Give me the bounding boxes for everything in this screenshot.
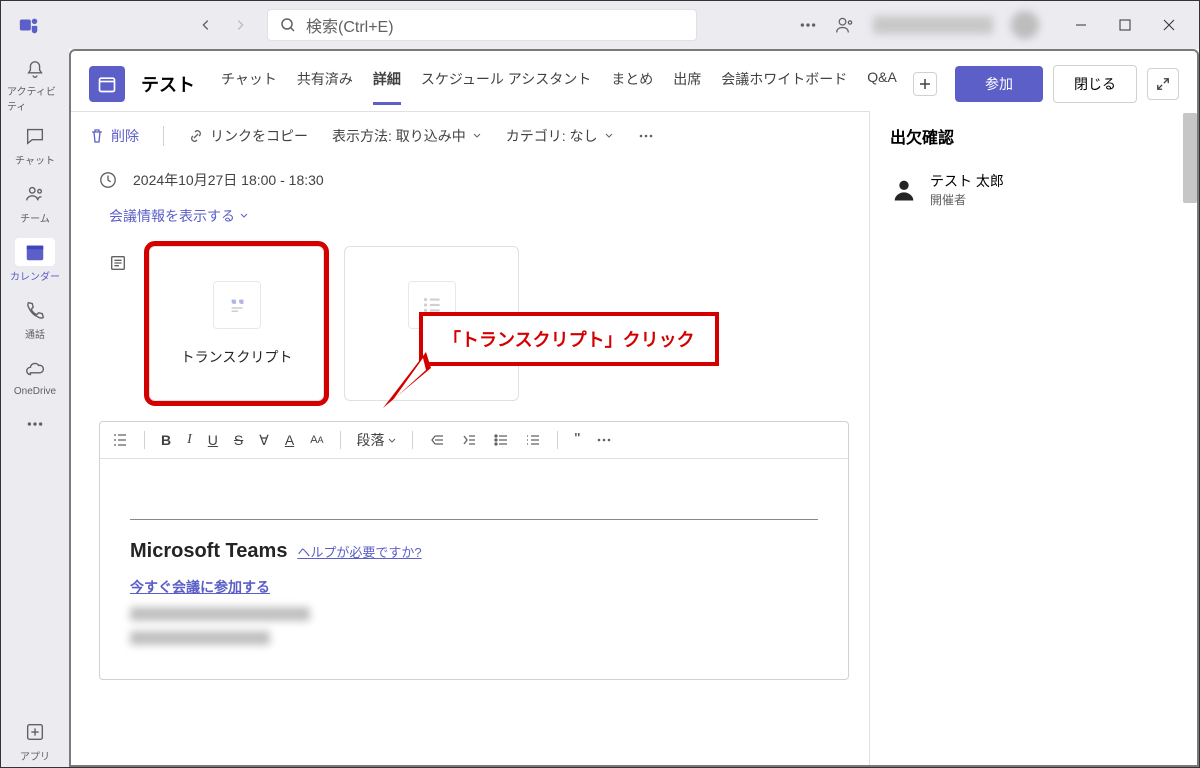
font-size-button[interactable]: AA (310, 434, 323, 446)
tab-details[interactable]: 詳細 (373, 63, 401, 105)
attendee-row[interactable]: テスト 太郎 開催者 (890, 171, 1179, 208)
phone-icon (24, 299, 46, 321)
delete-button[interactable]: 削除 (89, 126, 139, 146)
clock-icon (99, 171, 117, 189)
main-content: テスト チャット 共有済み 詳細 スケジュール アシスタント まとめ 出席 会議… (69, 49, 1199, 767)
person-icon (890, 176, 918, 204)
outdent-icon[interactable] (429, 432, 445, 448)
copy-link-button[interactable]: リンクをコピー (188, 126, 308, 146)
window-minimize[interactable] (1059, 5, 1103, 45)
user-avatar[interactable] (1011, 11, 1039, 39)
meeting-header: テスト チャット 共有済み 詳細 スケジュール アシスタント まとめ 出席 会議… (69, 49, 1199, 105)
attendance-title: 出欠確認 (890, 127, 1179, 151)
transcript-label: トランスクリプト (181, 347, 293, 367)
datetime-row: 2024年10月27日 18:00 - 18:30 (69, 160, 869, 190)
category-dropdown[interactable]: カテゴリ: なし (506, 126, 614, 146)
number-list-icon[interactable] (525, 432, 541, 448)
tab-whiteboard[interactable]: 会議ホワイトボード (721, 63, 847, 105)
strike-button[interactable]: S (234, 432, 243, 448)
list-indent-icon[interactable] (112, 432, 128, 448)
notes-editor: B I U S ∀ A AA 段落 (99, 421, 849, 680)
more-icon[interactable] (799, 16, 817, 34)
tab-scheduling[interactable]: スケジュール アシスタント (421, 63, 591, 105)
expand-button[interactable] (1147, 68, 1179, 100)
annotation-callout: 「トランスクリプト」クリック (419, 312, 719, 366)
chevron-down-icon (239, 211, 249, 221)
tab-shared[interactable]: 共有済み (297, 63, 353, 105)
sidebar-item-chat[interactable]: チャット (7, 117, 63, 171)
join-button[interactable]: 参加 (955, 66, 1043, 102)
tab-attendance[interactable]: 出席 (673, 63, 701, 105)
transcript-card[interactable]: トランスクリプト (149, 246, 324, 401)
underline-button[interactable]: U (208, 432, 218, 448)
show-as-dropdown[interactable]: 表示方法: 取り込み中 (332, 126, 482, 146)
sidebar-item-teams[interactable]: チーム (7, 175, 63, 229)
trash-icon (89, 128, 105, 144)
bold-button[interactable]: B (161, 432, 171, 448)
ms-teams-heading: Microsoft Teams (130, 540, 287, 562)
paragraph-dropdown[interactable]: 段落 (357, 430, 397, 450)
nav-forward-button[interactable] (223, 8, 257, 42)
indent-icon[interactable] (461, 432, 477, 448)
tab-qa[interactable]: Q&A (867, 63, 897, 105)
attendee-role: 開催者 (930, 191, 1004, 208)
meeting-title: テスト (141, 71, 195, 97)
app-sidebar: アクティビティ チャット チーム カレンダー 通話 OneDrive アプリ (1, 49, 69, 767)
callout-pointer (381, 348, 441, 418)
datetime-text: 2024年10月27日 18:00 - 18:30 (133, 170, 324, 190)
chevron-down-icon (604, 131, 614, 141)
bell-icon (24, 59, 46, 81)
tab-chat[interactable]: チャット (221, 63, 277, 105)
close-button[interactable]: 閉じる (1053, 65, 1137, 103)
apps-icon (24, 721, 46, 743)
highlight-button[interactable]: ∀ (259, 432, 269, 449)
note-icon (109, 254, 129, 277)
details-toolbar: 削除 リンクをコピー 表示方法: 取り込み中 カテゴリ: なし (69, 112, 869, 160)
attendee-name: テスト 太郎 (930, 171, 1004, 191)
chevron-down-icon (472, 131, 482, 141)
sidebar-more-icon[interactable] (26, 415, 44, 433)
italic-button[interactable]: I (187, 432, 192, 448)
sidebar-item-calls[interactable]: 通話 (7, 291, 63, 345)
sidebar-item-apps[interactable]: アプリ (7, 713, 63, 767)
teams-icon (24, 183, 46, 205)
search-placeholder: 検索(Ctrl+E) (306, 13, 394, 37)
sidebar-item-onedrive[interactable]: OneDrive (7, 349, 63, 403)
text-color-button[interactable]: A (285, 432, 294, 448)
meeting-calendar-icon (89, 66, 125, 102)
show-meeting-info-link[interactable]: 会議情報を表示する (69, 190, 869, 236)
sidebar-item-calendar[interactable]: カレンダー (7, 233, 63, 287)
people-icon[interactable] (835, 15, 855, 35)
window-maximize[interactable] (1103, 5, 1147, 45)
tab-recap[interactable]: まとめ (611, 63, 653, 105)
org-name-blurred (873, 16, 993, 34)
blurred-text (130, 607, 310, 621)
editor-more-icon[interactable] (596, 432, 612, 448)
toolbar-more-icon[interactable] (638, 128, 654, 144)
scrollbar[interactable] (1183, 113, 1197, 203)
search-icon (280, 17, 296, 33)
link-icon (188, 128, 204, 144)
search-input[interactable]: 検索(Ctrl+E) (267, 9, 697, 41)
cloud-icon (24, 359, 46, 381)
editor-body[interactable]: Microsoft Teams ヘルプが必要ですか? 今すぐ会議に参加する (100, 459, 848, 679)
quote-button[interactable]: " (574, 431, 580, 449)
help-link[interactable]: ヘルプが必要ですか? (297, 545, 421, 560)
quote-icon (224, 292, 250, 318)
attendance-panel: 出欠確認 テスト 太郎 開催者 (869, 111, 1199, 767)
chat-icon (24, 125, 46, 147)
window-close[interactable] (1147, 5, 1191, 45)
teams-logo-icon (9, 14, 49, 36)
add-tab-button[interactable] (913, 72, 937, 96)
calendar-icon (24, 241, 46, 263)
bullet-list-icon[interactable] (493, 432, 509, 448)
editor-toolbar: B I U S ∀ A AA 段落 (100, 422, 848, 459)
blurred-text (130, 631, 270, 645)
nav-back-button[interactable] (189, 8, 223, 42)
join-meeting-link[interactable]: 今すぐ会議に参加する (130, 577, 818, 597)
titlebar: 検索(Ctrl+E) (1, 1, 1199, 49)
sidebar-item-activity[interactable]: アクティビティ (7, 59, 63, 113)
